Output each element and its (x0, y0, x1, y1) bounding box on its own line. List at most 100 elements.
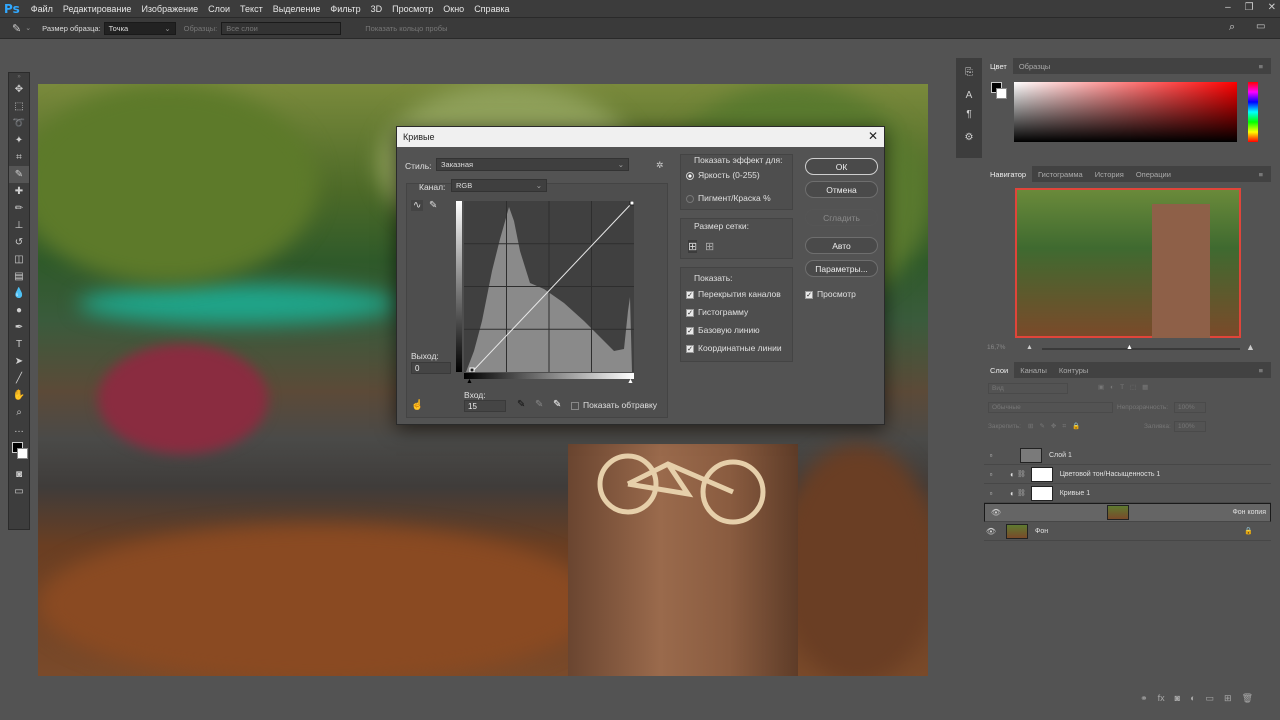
preset-settings-gear-icon[interactable]: ✲ (656, 160, 664, 171)
blur-tool-icon[interactable]: 💧 (9, 285, 29, 302)
line-tool-icon[interactable]: ╱ (9, 370, 29, 387)
marquee-tool-icon[interactable]: ⬚ (9, 98, 29, 115)
color-field[interactable] (1014, 82, 1237, 142)
style-select[interactable]: Заказная ⌄ (436, 158, 629, 171)
white-point-slider-icon[interactable]: ▲ (627, 378, 634, 385)
zoom-slider-thumb-icon[interactable]: ▲ (1126, 344, 1133, 351)
detailed-grid-icon[interactable]: ⊞ (705, 240, 714, 253)
pen-tool-icon[interactable]: ✒ (9, 319, 29, 336)
new-layer-icon[interactable]: ⊞ (1224, 693, 1232, 704)
delete-layer-icon[interactable]: 🗑 (1242, 693, 1253, 704)
eye-icon[interactable]: 👁 (989, 508, 1003, 517)
tab-actions[interactable]: Операции (1130, 166, 1177, 182)
output-field[interactable]: 0 (411, 362, 451, 374)
panel-menu-icon[interactable]: ≡ (1259, 62, 1271, 71)
show-ring-checkbox[interactable]: Показать кольцо пробы (365, 24, 447, 33)
menu-view[interactable]: Просмотр (387, 4, 438, 14)
screen-mode-icon[interactable]: ▭ (9, 483, 29, 500)
gray-eyedropper-icon[interactable]: ✎ (535, 399, 543, 410)
workspace-icon[interactable]: ▭ (1256, 21, 1265, 32)
smooth-button[interactable]: Сгладить (805, 209, 878, 226)
layer-row[interactable]: ▫ Слой 1 (984, 446, 1271, 465)
menu-edit[interactable]: Редактирование (58, 4, 137, 14)
pigment-radio[interactable]: Пигмент/Краска % (686, 193, 771, 203)
healing-tool-icon[interactable]: ✚ (9, 183, 29, 200)
menu-filter[interactable]: Фильтр (325, 4, 365, 14)
more-tools-icon[interactable]: … (9, 421, 29, 438)
samples-select[interactable]: Все слои (221, 21, 342, 35)
character-panel-icon[interactable]: A (959, 87, 979, 104)
new-group-icon[interactable]: ▭ (1206, 693, 1215, 704)
adjust-panel-icon[interactable]: ⚙ (959, 129, 979, 146)
menu-3d[interactable]: 3D (366, 4, 388, 14)
paragraph-panel-icon[interactable]: ¶ (959, 106, 979, 123)
tab-color[interactable]: Цвет (984, 58, 1013, 74)
background-color-swatch[interactable] (17, 448, 28, 459)
menu-file[interactable]: Файл (26, 4, 58, 14)
options-button[interactable]: Параметры... (805, 260, 878, 277)
color-swatches[interactable] (9, 438, 29, 466)
menu-layers[interactable]: Слои (203, 4, 235, 14)
layer-row-selected[interactable]: 👁 Фон копия (984, 503, 1271, 522)
panel-menu-icon[interactable]: ≡ (1259, 366, 1271, 375)
layer-kind-filter[interactable]: Вид (988, 383, 1068, 394)
input-field[interactable]: 15 (464, 400, 506, 412)
tab-histogram[interactable]: Гистограмма (1032, 166, 1089, 182)
close-window-icon[interactable]: ✕ (1268, 2, 1276, 13)
zoom-slider[interactable] (1042, 348, 1240, 350)
hue-slider[interactable] (1248, 82, 1258, 142)
tab-swatches[interactable]: Образцы (1013, 58, 1057, 74)
tab-history[interactable]: История (1089, 166, 1130, 182)
curve-point-tool-icon[interactable]: ∿ (411, 200, 424, 211)
tab-channels[interactable]: Каналы (1014, 362, 1053, 378)
move-tool-icon[interactable]: ✥ (9, 81, 29, 98)
simple-grid-icon[interactable]: ⊞ (688, 240, 698, 253)
black-eyedropper-icon[interactable]: ✎ (517, 399, 525, 410)
ok-button[interactable]: ОК (805, 158, 878, 175)
black-point-slider-icon[interactable]: ▲ (466, 378, 473, 385)
minimize-icon[interactable]: – (1225, 2, 1231, 13)
channel-select[interactable]: RGB ⌄ (451, 179, 547, 192)
eraser-tool-icon[interactable]: ◫ (9, 251, 29, 268)
panel-menu-icon[interactable]: ≡ (1259, 170, 1271, 179)
show-histogram-checkbox[interactable]: ✓ Гистограмму (686, 307, 748, 317)
dodge-tool-icon[interactable]: ● (9, 302, 29, 319)
on-image-adjust-icon[interactable]: ☝ (411, 400, 423, 411)
blend-mode-select[interactable]: Обычные (988, 402, 1113, 413)
menu-help[interactable]: Справка (469, 4, 514, 14)
show-channel-overlays-checkbox[interactable]: ✓ Перекрытия каналов (686, 289, 781, 299)
menu-window[interactable]: Окно (438, 4, 469, 14)
stamp-tool-icon[interactable]: ⊥ (9, 217, 29, 234)
curve-graph[interactable] (464, 201, 634, 372)
crop-tool-icon[interactable]: ⌗ (9, 149, 29, 166)
hand-tool-icon[interactable]: ✋ (9, 387, 29, 404)
fill-field[interactable]: 100% (1174, 421, 1206, 432)
maximize-icon[interactable]: ❐ (1245, 2, 1254, 13)
pencil-draw-icon[interactable]: ✎ (429, 200, 437, 211)
eyedropper-tool-icon[interactable]: ✎ (12, 22, 21, 35)
quick-select-tool-icon[interactable]: ✦ (9, 132, 29, 149)
tab-paths[interactable]: Контуры (1053, 362, 1094, 378)
menu-type[interactable]: Текст (235, 4, 268, 14)
layer-filter-icons[interactable]: ▣◐T⬚▦ (1098, 383, 1154, 391)
quick-mask-icon[interactable]: ◙ (9, 466, 29, 483)
layer-row[interactable]: 👁 Фон 🔒 (984, 522, 1271, 541)
lock-icons[interactable]: ⊞✎✥⌗🔒 (1028, 422, 1086, 431)
zoom-value[interactable]: 16,7% (987, 344, 1005, 351)
cancel-button[interactable]: Отмена (805, 181, 878, 198)
white-eyedropper-icon[interactable]: ✎ (553, 399, 561, 410)
link-layers-icon[interactable]: ⚭ (1140, 693, 1148, 704)
curve-point-black[interactable] (469, 367, 475, 372)
menu-image[interactable]: Изображение (136, 4, 203, 14)
brush-tool-icon[interactable]: ✏ (9, 200, 29, 217)
visibility-toggle-off[interactable]: ▫ (984, 451, 998, 460)
sample-size-select[interactable]: Точка ⌄ (103, 21, 176, 35)
layer-row[interactable]: ▫ ◐ ⛓ Цветовой тон/Насыщенность 1 (984, 465, 1271, 484)
fx-icon[interactable]: fx (1158, 693, 1165, 703)
new-adjustment-icon[interactable]: ◐ (1190, 693, 1195, 703)
type-tool-icon[interactable]: T (9, 336, 29, 353)
eye-icon[interactable]: 👁 (984, 527, 998, 536)
tab-layers[interactable]: Слои (984, 362, 1015, 378)
close-icon[interactable]: ✕ (868, 129, 878, 143)
visibility-toggle-off[interactable]: ▫ (984, 470, 998, 479)
